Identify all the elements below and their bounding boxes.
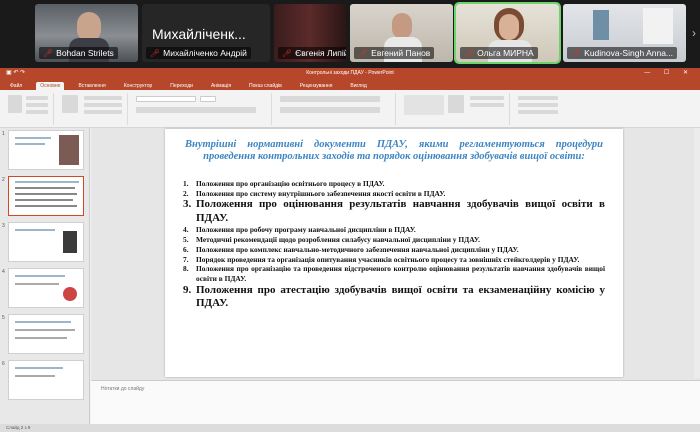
slide-thumbnail-selected[interactable]: 2 (2, 176, 84, 216)
document-list: 1. Положення про організацію освітнього п… (183, 179, 605, 311)
participant-display-name: Михайліченк... (152, 26, 246, 42)
tab-transitions[interactable]: Переходи (166, 82, 197, 90)
layout-icon[interactable] (84, 96, 122, 100)
ribbon (0, 90, 700, 128)
tab-animations[interactable]: Анімація (207, 82, 235, 90)
list-item: 5. Методичні рекомендації щодо розробленн… (183, 235, 480, 245)
notes-placeholder: Нотатки до слайду (101, 386, 145, 392)
list-item: 9. Положення про атестацію здобувачів вищ… (183, 283, 605, 310)
ppt-window-title: Контрольні заходи ПДАУ - PowerPoint (306, 70, 394, 76)
list-item: 1. Положення про організацію освітнього п… (183, 179, 385, 188)
list-item: 7. Порядок проведення та організація опит… (183, 254, 580, 264)
list-item: 6. Положення про комплекс навчально-метод… (183, 244, 519, 254)
slide-thumbnail[interactable]: 5 (2, 314, 84, 354)
shapes-gallery[interactable] (404, 95, 444, 115)
slide-heading: Внутрішні нормативні документи ПДАУ, яки… (185, 139, 603, 162)
slide-thumbnail[interactable]: 4 (2, 268, 84, 308)
slide-thumbnails-pane: 1 2 3 4 5 6 (0, 128, 90, 424)
notes-pane[interactable]: Нотатки до слайду (91, 380, 700, 424)
mic-muted-icon: 🎤︎ (43, 48, 54, 58)
replace-icon[interactable] (518, 103, 558, 107)
list-item: 4. Положення про робочу програму навчальн… (183, 225, 416, 235)
tab-home[interactable]: Основне (36, 82, 65, 90)
participant-tile-0[interactable]: 🎤︎ Bohdan Strilets (35, 4, 138, 62)
find-icon[interactable] (518, 96, 558, 100)
ppt-titlebar: ▣ ↶ ↷ Контрольні заходи ПДАУ - PowerPoin… (0, 68, 700, 79)
shared-screen-powerpoint: ▣ ↶ ↷ Контрольні заходи ПДАУ - PowerPoin… (0, 68, 700, 432)
shape-fill-icon[interactable] (470, 96, 504, 100)
section-icon[interactable] (84, 110, 122, 114)
slide-thumbnail[interactable]: 3 (2, 222, 84, 262)
participant-tile-4[interactable]: 🎤︎ Ольга МИРНА (454, 2, 561, 64)
participant-name: 🎤︎ Bohdan Strilets (39, 47, 118, 59)
participant-name: 🎤︎ Михайліченко Андрій (146, 47, 251, 59)
participant-strip: 🎤︎ Bohdan Strilets Михайліченк... 🎤︎ Михай… (0, 0, 700, 66)
arrange-icon[interactable] (448, 95, 464, 113)
tab-slideshow[interactable]: Показ слайдів (245, 82, 286, 90)
quick-access-icons[interactable]: ▣ ↶ ↷ (6, 68, 25, 79)
participant-tile-3[interactable]: 🎤︎ Евгений Панов (350, 4, 453, 62)
mic-muted-icon: 🎤︎ (464, 48, 475, 58)
slide-thumbnail[interactable]: 1 (2, 130, 84, 170)
participant-tile-1[interactable]: Михайліченк... 🎤︎ Михайліченко Андрій (142, 4, 270, 62)
current-slide[interactable]: Внутрішні нормативні документи ПДАУ, яки… (165, 129, 623, 377)
slide-editing-area: Внутрішні нормативні документи ПДАУ, яки… (91, 128, 700, 424)
reset-icon[interactable] (84, 103, 122, 107)
paste-icon[interactable] (8, 95, 22, 113)
font-family-select[interactable] (136, 96, 196, 102)
tab-design[interactable]: Конструктор (120, 82, 157, 90)
tab-review[interactable]: Рецензування (296, 82, 337, 90)
list-item: 2. Положення про систему внутрішнього заб… (183, 188, 446, 198)
list-item: 8. Положення про організацію та проведенн… (183, 264, 605, 283)
cut-icon[interactable] (26, 96, 48, 100)
font-size-select[interactable] (200, 96, 216, 102)
slide-thumbnail[interactable]: 6 (2, 360, 84, 400)
chevron-right-icon[interactable]: › (692, 26, 696, 40)
vertical-scrollbar[interactable] (694, 128, 700, 378)
shape-outline-icon[interactable] (470, 103, 504, 107)
format-painter-icon[interactable] (26, 110, 48, 114)
slide-counter: Слайд 2 з 9 (6, 425, 31, 430)
paragraph-group (276, 93, 396, 125)
status-bar: Слайд 2 з 9 (0, 424, 700, 432)
participant-name: 🎤︎ Евгений Панов (354, 47, 435, 59)
participant-tile-5[interactable]: 🎤︎ Kudinova-Singh Anna... (563, 4, 686, 62)
participant-name: 🎤︎ Євгенія Липій (278, 47, 346, 59)
mic-muted-icon: 🎤︎ (358, 48, 369, 58)
mic-muted-icon: 🎤︎ (150, 48, 161, 58)
new-slide-icon[interactable] (62, 95, 78, 113)
clipboard-group (4, 93, 54, 125)
drawing-group (400, 93, 510, 125)
select-icon[interactable] (518, 110, 558, 114)
tab-file[interactable]: Файл (6, 82, 26, 90)
list-buttons[interactable] (280, 96, 380, 102)
ribbon-tabs: Файл Основне Вставлення Конструктор Пере… (0, 79, 700, 90)
align-buttons[interactable] (280, 107, 380, 113)
copy-icon[interactable] (26, 103, 48, 107)
font-format-buttons[interactable] (136, 107, 256, 113)
mic-muted-icon: 🎤︎ (282, 48, 293, 58)
font-group (132, 93, 272, 125)
window-controls[interactable]: — ☐ ✕ (644, 68, 694, 79)
slides-group (58, 93, 128, 125)
participant-name: 🎤︎ Ольга МИРНА (460, 47, 538, 59)
tab-insert[interactable]: Вставлення (74, 82, 109, 90)
mic-muted-icon: 🎤︎ (571, 48, 582, 58)
participant-tile-2[interactable]: 🎤︎ Євгенія Липій (274, 4, 346, 62)
editing-group (514, 93, 574, 125)
list-item: 3. Положення про оцінювання результатів н… (183, 198, 605, 224)
participant-name: 🎤︎ Kudinova-Singh Anna... (567, 47, 677, 59)
tab-view[interactable]: Вигляд (346, 82, 370, 90)
